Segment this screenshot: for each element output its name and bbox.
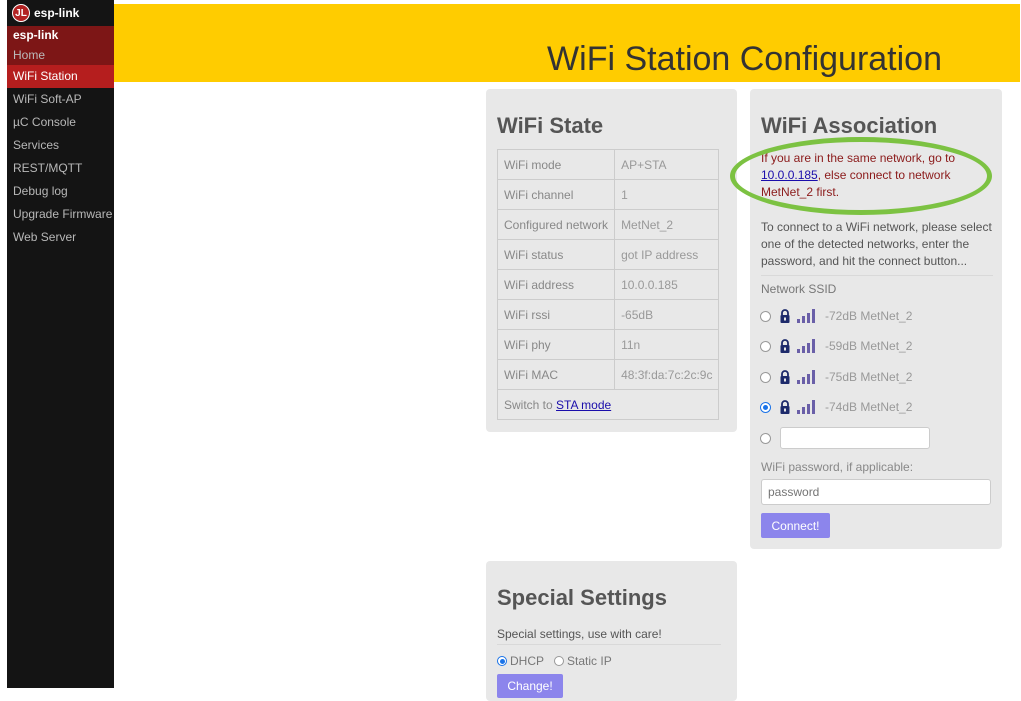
network-ssid: MetNet_2 bbox=[860, 339, 913, 353]
connect-button[interactable]: Connect! bbox=[761, 513, 830, 538]
state-label: WiFi phy bbox=[496, 329, 616, 360]
page-header: WiFi Station Configuration bbox=[114, 4, 1020, 82]
signal-strength-icon bbox=[797, 370, 819, 384]
network-option[interactable]: -59dB MetNet_2 bbox=[760, 339, 912, 353]
special-settings-description: Special settings, use with care! bbox=[497, 627, 721, 645]
static-ip-radio[interactable] bbox=[554, 656, 565, 666]
notice-text-pre: If you are in the same network, go to bbox=[761, 151, 956, 165]
wifi-state-title: WiFi State bbox=[497, 113, 604, 138]
sidebar-item-debug-log[interactable]: Debug log bbox=[7, 180, 114, 203]
lock-icon bbox=[780, 370, 790, 384]
network-ssid-label: Network SSID bbox=[761, 282, 837, 296]
wifi-state-card: WiFi State WiFi mode AP+STA WiFi channel 1… bbox=[486, 89, 737, 432]
sidebar-item-rest-mqtt[interactable]: REST/MQTT bbox=[7, 157, 114, 180]
table-row: WiFi MAC 48:3f:da:7c:2c:9c bbox=[496, 359, 720, 390]
esp-link-logo-icon: JL bbox=[12, 4, 30, 22]
password-input[interactable] bbox=[761, 479, 991, 505]
state-value: -65dB bbox=[614, 299, 720, 330]
network-ssid: MetNet_2 bbox=[860, 400, 913, 414]
state-label: WiFi channel bbox=[496, 179, 616, 210]
network-rssi: -74dB bbox=[825, 400, 858, 414]
table-row: WiFi mode AP+STA bbox=[496, 149, 720, 180]
static-ip-label[interactable]: Static IP bbox=[567, 654, 612, 668]
lock-icon bbox=[780, 339, 790, 353]
network-rssi: -75dB bbox=[825, 370, 858, 384]
custom-ssid-input[interactable] bbox=[780, 427, 930, 449]
state-value: MetNet_2 bbox=[614, 209, 720, 240]
wifi-state-table: WiFi mode AP+STA WiFi channel 1 Configured… bbox=[496, 149, 720, 420]
special-settings-title: Special Settings bbox=[497, 585, 667, 610]
network-notice: If you are in the same network, go to 10… bbox=[761, 150, 971, 201]
signal-strength-icon bbox=[797, 309, 819, 323]
network-radio[interactable] bbox=[760, 340, 771, 352]
sidebar-heading: esp-link bbox=[7, 26, 114, 45]
network-option[interactable]: -74dB MetNet_2 bbox=[760, 400, 912, 414]
signal-strength-icon bbox=[797, 339, 819, 353]
switch-mode-prefix: Switch to bbox=[504, 397, 557, 412]
change-button[interactable]: Change! bbox=[497, 674, 563, 698]
special-settings-card: Special Settings Special settings, use w… bbox=[486, 561, 737, 701]
sidebar-item-web-server[interactable]: Web Server bbox=[7, 226, 114, 249]
state-label: WiFi rssi bbox=[496, 299, 616, 330]
lock-icon bbox=[780, 309, 790, 323]
network-option[interactable]: -75dB MetNet_2 bbox=[760, 370, 912, 384]
sidebar-item-services[interactable]: Services bbox=[7, 134, 114, 157]
sidebar-item-uc-console[interactable]: µC Console bbox=[7, 111, 114, 134]
password-label: WiFi password, if applicable: bbox=[761, 460, 914, 474]
custom-network-radio[interactable] bbox=[760, 432, 771, 444]
network-rssi: -72dB bbox=[825, 309, 858, 323]
state-value: 1 bbox=[614, 179, 720, 210]
network-radio[interactable] bbox=[760, 310, 771, 322]
wifi-association-title: WiFi Association bbox=[761, 113, 938, 138]
table-row: WiFi phy 11n bbox=[496, 329, 720, 360]
network-rssi: -59dB bbox=[825, 339, 858, 353]
state-label: WiFi address bbox=[496, 269, 616, 300]
sidebar: JL esp-link esp-link Home WiFi Station W… bbox=[7, 0, 114, 688]
table-row: WiFi status got IP address bbox=[496, 239, 720, 270]
state-value: 10.0.0.185 bbox=[614, 269, 720, 300]
sidebar-item-wifi-station[interactable]: WiFi Station bbox=[7, 65, 114, 88]
state-label: WiFi status bbox=[496, 239, 616, 270]
switch-mode-cell: Switch to STA mode bbox=[496, 389, 720, 420]
sidebar-item-wifi-soft-ap[interactable]: WiFi Soft-AP bbox=[7, 88, 114, 111]
state-label: WiFi MAC bbox=[496, 359, 616, 390]
table-row: WiFi rssi -65dB bbox=[496, 299, 720, 330]
brand[interactable]: JL esp-link bbox=[7, 0, 114, 26]
state-label: WiFi mode bbox=[496, 149, 616, 180]
table-row: WiFi channel 1 bbox=[496, 179, 720, 210]
wifi-association-card: WiFi Association If you are in the same … bbox=[750, 89, 1002, 549]
state-label: Configured network bbox=[496, 209, 616, 240]
network-ssid: MetNet_2 bbox=[860, 370, 913, 384]
state-value: 11n bbox=[614, 329, 720, 360]
table-row: Switch to STA mode bbox=[496, 389, 720, 420]
table-row: WiFi address 10.0.0.185 bbox=[496, 269, 720, 300]
ip-mode-options: DHCP Static IP bbox=[497, 654, 622, 668]
state-value: 48:3f:da:7c:2c:9c bbox=[614, 359, 720, 390]
signal-strength-icon bbox=[797, 400, 819, 414]
sidebar-item-upgrade-firmware[interactable]: Upgrade Firmware bbox=[7, 203, 114, 226]
table-row: Configured network MetNet_2 bbox=[496, 209, 720, 240]
network-ssid: MetNet_2 bbox=[860, 309, 913, 323]
sidebar-item-home[interactable]: Home bbox=[7, 45, 114, 65]
ip-address-link[interactable]: 10.0.0.185 bbox=[761, 168, 818, 182]
state-value: got IP address bbox=[614, 239, 720, 270]
connect-instructions: To connect to a WiFi network, please sel… bbox=[761, 219, 993, 276]
network-radio-selected[interactable] bbox=[760, 401, 771, 413]
lock-icon bbox=[780, 400, 790, 414]
dhcp-radio[interactable] bbox=[497, 656, 507, 666]
state-value: AP+STA bbox=[614, 149, 720, 180]
network-radio[interactable] bbox=[760, 371, 771, 383]
sta-mode-link[interactable]: STA mode bbox=[556, 398, 611, 412]
custom-network-option[interactable] bbox=[760, 427, 930, 449]
page-title: WiFi Station Configuration bbox=[547, 40, 942, 78]
network-option[interactable]: -72dB MetNet_2 bbox=[760, 309, 912, 323]
brand-label: esp-link bbox=[34, 6, 80, 20]
dhcp-label[interactable]: DHCP bbox=[510, 654, 544, 668]
